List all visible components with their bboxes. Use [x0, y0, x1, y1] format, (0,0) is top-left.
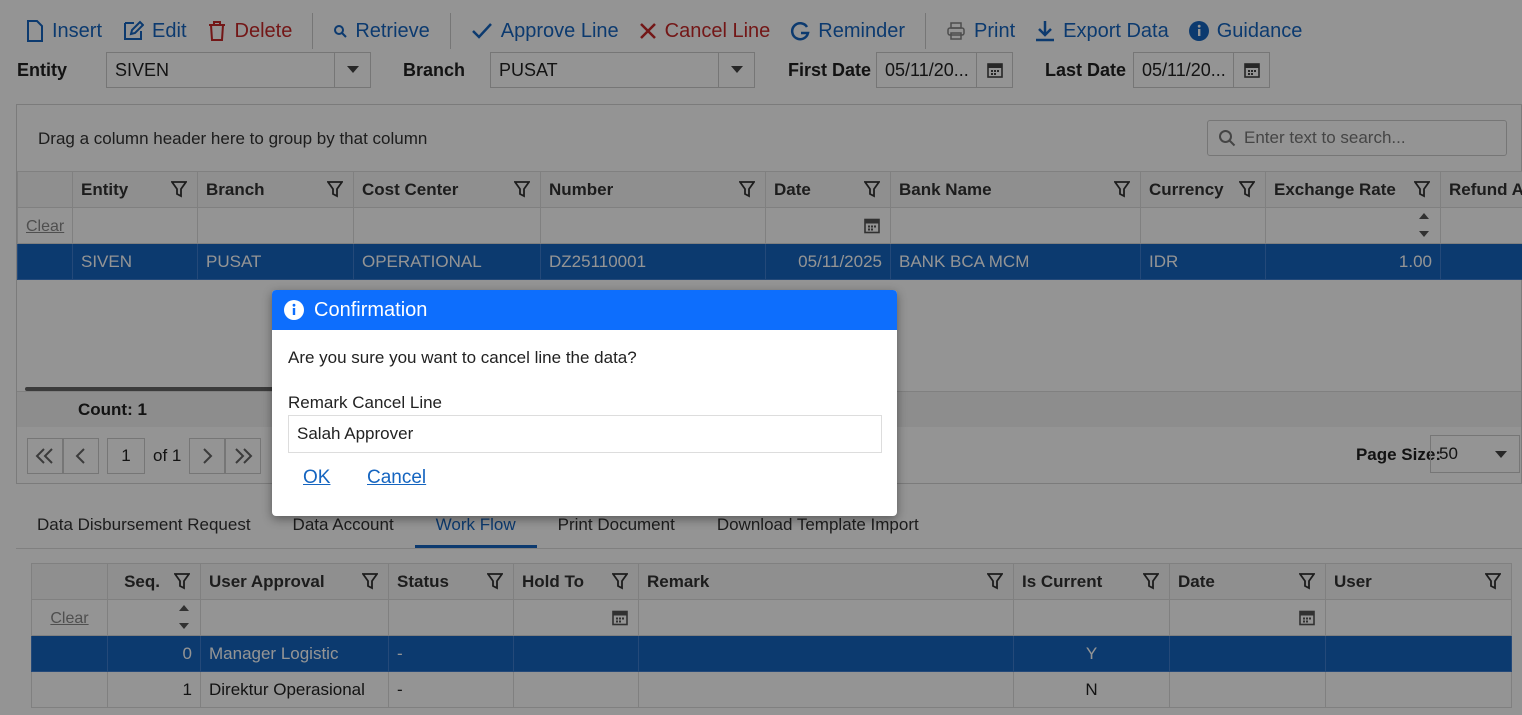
info-icon — [284, 300, 304, 320]
dialog-message: Are you sure you want to cancel line the… — [288, 348, 637, 367]
dialog-header: Confirmation — [272, 290, 897, 330]
dialog-title: Confirmation — [314, 298, 428, 321]
ok-button[interactable]: OK — [303, 467, 330, 489]
remark-input[interactable]: Salah Approver — [288, 415, 882, 453]
remark-label: Remark Cancel Line — [288, 393, 443, 412]
confirmation-dialog: Confirmation Are you sure you want to ca… — [272, 290, 897, 516]
cancel-button[interactable]: Cancel — [367, 467, 426, 489]
